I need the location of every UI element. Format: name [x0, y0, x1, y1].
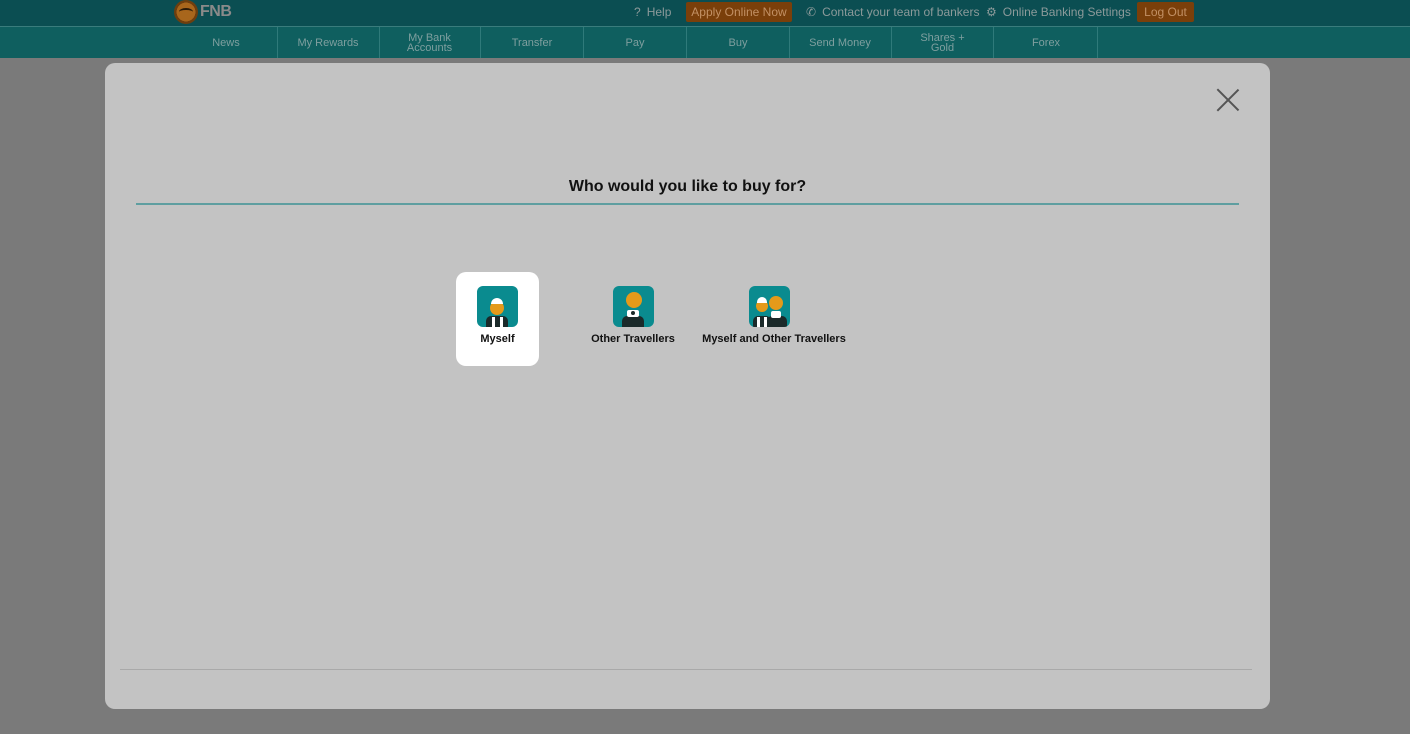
contact-bankers-link[interactable]: ✆ Contact your team of bankers [806, 0, 979, 24]
help-label: Help [646, 5, 672, 19]
buy-for-modal: Who would you like to buy for? Myself Ot… [105, 63, 1270, 709]
nav-item-my-rewards[interactable]: My Rewards [277, 27, 380, 58]
gear-icon: ⚙ [986, 5, 997, 19]
nav-item-pay[interactable]: Pay [584, 27, 687, 58]
myself-and-others-icon [748, 286, 790, 327]
main-nav: News My Rewards My Bank Accounts Transfe… [0, 26, 1410, 58]
help-link[interactable]: ? Help [634, 0, 671, 24]
option-label: Myself [480, 333, 515, 345]
phone-icon: ✆ [806, 5, 817, 19]
logo-text: FNB [200, 3, 232, 20]
footer-divider [120, 669, 1252, 670]
nav-item-forex[interactable]: Forex [995, 27, 1098, 58]
option-label: Myself and Other Travellers [702, 333, 846, 345]
nav-item-send-money[interactable]: Send Money [789, 27, 892, 58]
apply-online-button[interactable]: Apply Online Now [686, 2, 792, 22]
nav-item-transfer[interactable]: Transfer [481, 27, 584, 58]
option-other-travellers[interactable]: Other Travellers [583, 272, 683, 366]
option-myself[interactable]: Myself [456, 272, 539, 366]
nav-item-news[interactable]: News [175, 27, 278, 58]
close-icon[interactable] [1215, 87, 1241, 113]
online-banking-settings-link[interactable]: ⚙ Online Banking Settings [986, 0, 1131, 24]
fnb-logo[interactable]: FNB [174, 0, 232, 24]
question-icon: ? [634, 5, 641, 19]
modal-title: Who would you like to buy for? [568, 178, 807, 195]
settings-label: Online Banking Settings [1002, 5, 1131, 19]
traveller-icon [477, 286, 518, 327]
contact-label: Contact your team of bankers [822, 5, 980, 19]
option-myself-and-other-travellers[interactable]: Myself and Other Travellers [701, 272, 847, 366]
fnb-logo-icon [174, 0, 198, 24]
option-label: Other Travellers [591, 333, 675, 345]
nav-item-buy[interactable]: Buy [687, 27, 790, 58]
nav-item-my-bank-accounts[interactable]: My Bank Accounts [379, 27, 481, 58]
other-travellers-icon [612, 286, 654, 327]
top-header: FNB ? Help Apply Online Now ✆ Contact yo… [0, 0, 1410, 26]
nav-item-shares-gold[interactable]: Shares + Gold [892, 27, 994, 58]
log-out-button[interactable]: Log Out [1137, 2, 1194, 22]
title-divider [136, 203, 1239, 205]
